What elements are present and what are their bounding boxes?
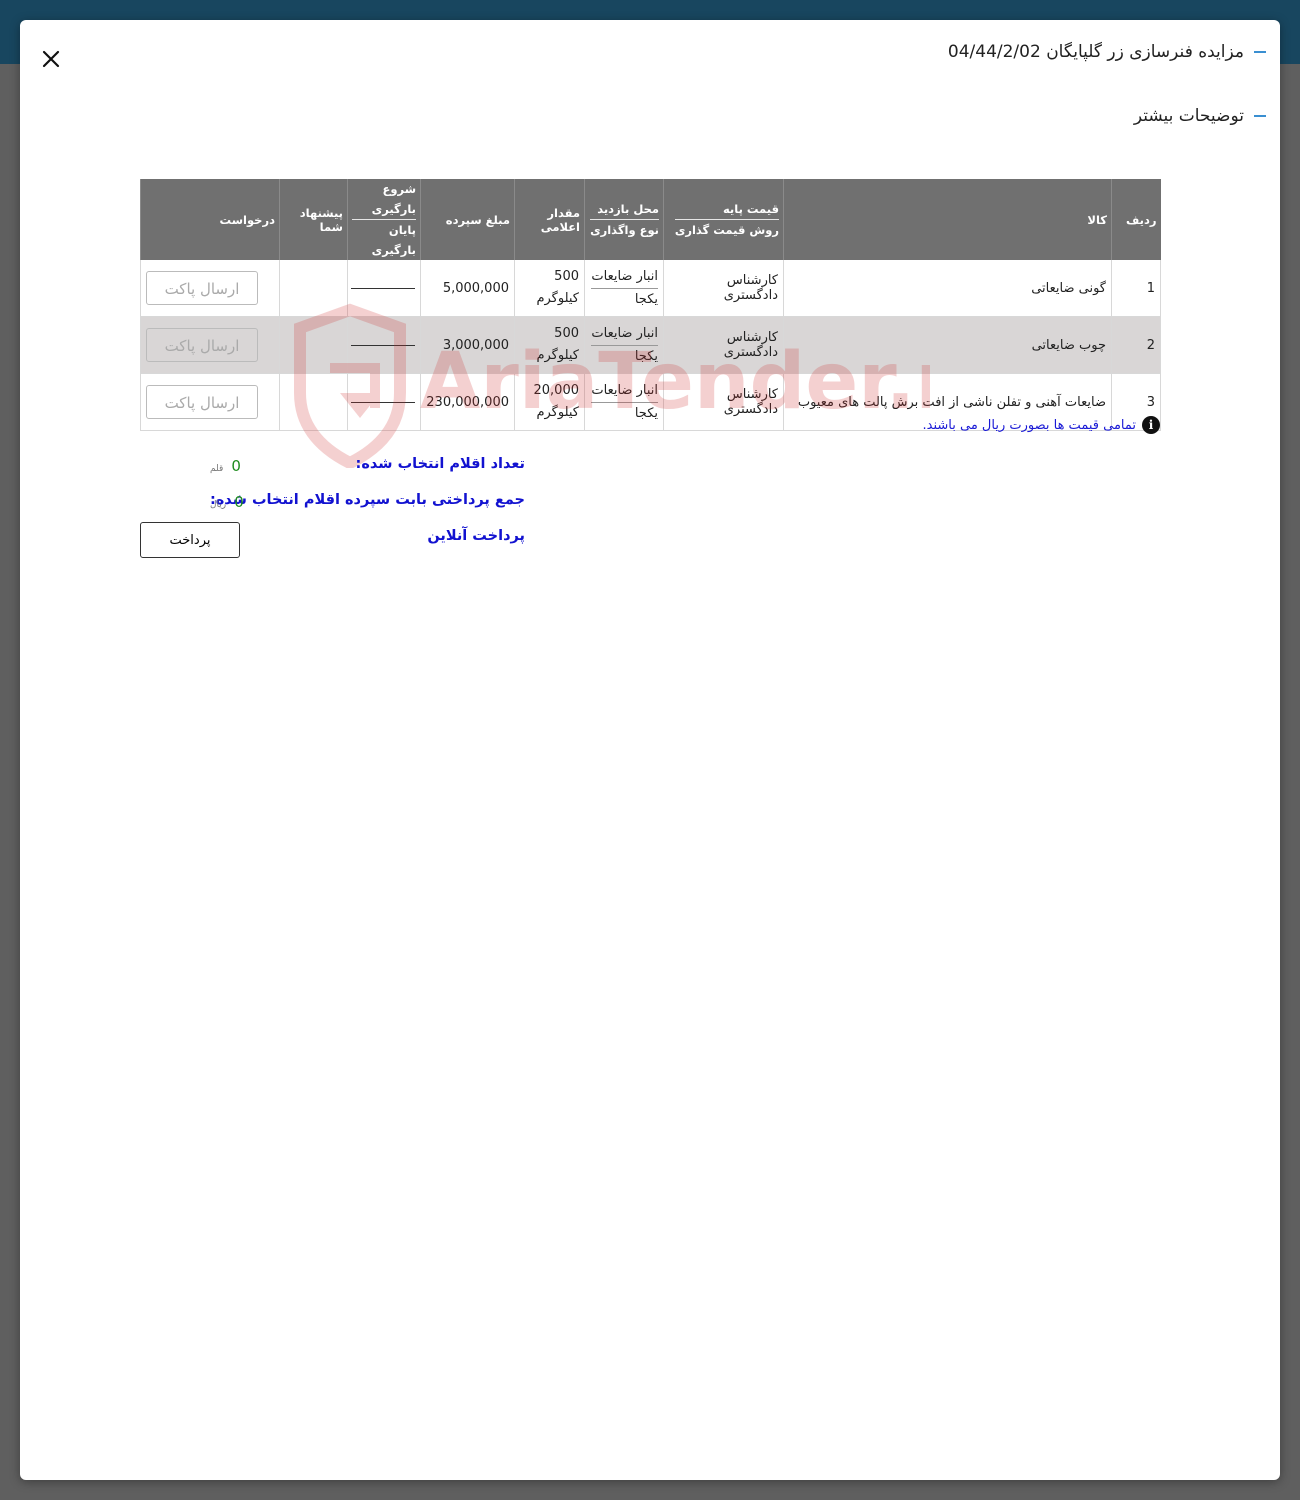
table-row: 1 گونی ضایعاتی کارشناس دادگستری انبار ضا…: [140, 260, 1161, 317]
modal-title: مزایده فنرسازی زر گلپایگان 04/44/2/02: [948, 42, 1266, 62]
your-offer: [279, 316, 348, 374]
pricing-method: کارشناس دادگستری: [663, 316, 784, 374]
header-transfer-type: نوع واگذاری: [590, 223, 659, 237]
quantity-cell: 500 کیلوگرم: [514, 260, 585, 317]
transfer-type: یکجا: [634, 291, 658, 307]
visit-cell: انبار ضایعات یکجا: [584, 373, 664, 431]
transfer-type: یکجا: [634, 405, 658, 421]
header-visit-place: محل بازدید: [590, 199, 659, 220]
selected-count-unit: قلم: [210, 464, 224, 474]
selected-count-value: 0: [231, 457, 241, 475]
loading-dates: [347, 373, 421, 431]
send-envelope-button[interactable]: ارسال پاکت: [146, 385, 258, 419]
row-number: 1: [1111, 260, 1161, 317]
section-title: توضیحات بیشتر: [1133, 106, 1244, 126]
deposit-amount: 230,000,000: [420, 373, 515, 431]
total-deposit-unit: ریال: [210, 500, 227, 510]
deposit-amount: 5,000,000: [420, 260, 515, 317]
visit-place: انبار ضایعات: [591, 266, 658, 289]
details-modal: مزایده فنرسازی زر گلپایگان 04/44/2/02 تو…: [20, 20, 1280, 1480]
header-load-start: شروع بارگیری: [352, 179, 416, 220]
quantity-unit: کیلوگرم: [536, 291, 579, 306]
table-row: 2 چوب ضایعاتی کارشناس دادگستری انبار ضای…: [140, 316, 1161, 374]
table-header-row: ردیف کالا قیمت پایه روش قیمت گذاری محل ب…: [140, 179, 1161, 260]
loading-dates: [347, 260, 421, 317]
send-envelope-button[interactable]: ارسال پاکت: [146, 271, 258, 305]
prices-note-text: تمامی قیمت ها بصورت ریال می باشند.: [922, 417, 1137, 433]
quantity-cell: 20,000 کیلوگرم: [514, 373, 585, 431]
pricing-method: کارشناس دادگستری: [663, 373, 784, 431]
header-deposit: مبلغ سپرده: [420, 179, 515, 260]
header-quantity: مقدار اعلامی: [514, 179, 585, 260]
total-deposit: 0 ریال: [210, 492, 244, 511]
quantity-value: 500: [554, 326, 579, 341]
header-request: درخواست: [140, 179, 280, 260]
header-load-end: پایان بارگیری: [371, 223, 416, 257]
item-name: گونی ضایعاتی: [783, 260, 1112, 317]
modal-title-text: مزایده فنرسازی زر گلپایگان 04/44/2/02: [947, 42, 1244, 62]
title-dash: [1254, 51, 1266, 53]
prices-note: i تمامی قیمت ها بصورت ریال می باشند.: [922, 416, 1160, 434]
item-name: چوب ضایعاتی: [783, 316, 1112, 374]
send-envelope-button[interactable]: ارسال پاکت: [146, 328, 258, 362]
quantity-unit: کیلوگرم: [536, 405, 579, 420]
items-table: ردیف کالا قیمت پایه روش قیمت گذاری محل ب…: [140, 179, 1161, 431]
total-deposit-label: جمع پرداختی بابت سپرده اقلام انتخاب شده:: [209, 492, 525, 508]
quantity-cell: 500 کیلوگرم: [514, 316, 585, 374]
selected-count-label: تعداد اقلام انتخاب شده:: [355, 456, 525, 472]
empty-dash: [351, 401, 415, 403]
your-offer: [279, 373, 348, 431]
pay-button[interactable]: پرداخت: [140, 522, 240, 558]
selected-count: 0 قلم: [210, 456, 241, 475]
quantity-value: 500: [554, 269, 579, 284]
visit-cell: انبار ضایعات یکجا: [584, 260, 664, 317]
transfer-type: یکجا: [634, 348, 658, 364]
header-visit: محل بازدید نوع واگذاری: [584, 179, 664, 260]
section-dash: [1254, 115, 1266, 117]
visit-place: انبار ضایعات: [591, 323, 658, 346]
request-cell: ارسال پاکت: [140, 373, 280, 431]
request-cell: ارسال پاکت: [140, 316, 280, 374]
request-cell: ارسال پاکت: [140, 260, 280, 317]
quantity-value: 20,000: [533, 383, 580, 398]
header-loading: شروع بارگیری پایان بارگیری: [347, 179, 421, 260]
quantity-unit: کیلوگرم: [536, 348, 579, 363]
pricing-method: کارشناس دادگستری: [663, 260, 784, 317]
your-offer: [279, 260, 348, 317]
close-icon[interactable]: [38, 46, 64, 72]
loading-dates: [347, 316, 421, 374]
online-payment-label: پرداخت آنلاین: [427, 528, 525, 544]
empty-dash: [351, 287, 415, 289]
row-number: 2: [1111, 316, 1161, 374]
deposit-amount: 3,000,000: [420, 316, 515, 374]
header-pricing-method: روش قیمت گذاری: [674, 223, 779, 237]
empty-dash: [351, 344, 415, 346]
visit-cell: انبار ضایعات یکجا: [584, 316, 664, 374]
header-item: کالا: [783, 179, 1112, 260]
header-base-price: قیمت پایه: [674, 199, 779, 220]
info-icon: i: [1142, 416, 1160, 434]
total-deposit-value: 0: [234, 493, 244, 511]
header-price: قیمت پایه روش قیمت گذاری: [663, 179, 784, 260]
header-row-no: ردیف: [1111, 179, 1161, 260]
visit-place: انبار ضایعات: [591, 380, 658, 403]
section-heading: توضیحات بیشتر: [1134, 106, 1266, 126]
header-your-offer: پیشنهاد شما: [279, 179, 348, 260]
